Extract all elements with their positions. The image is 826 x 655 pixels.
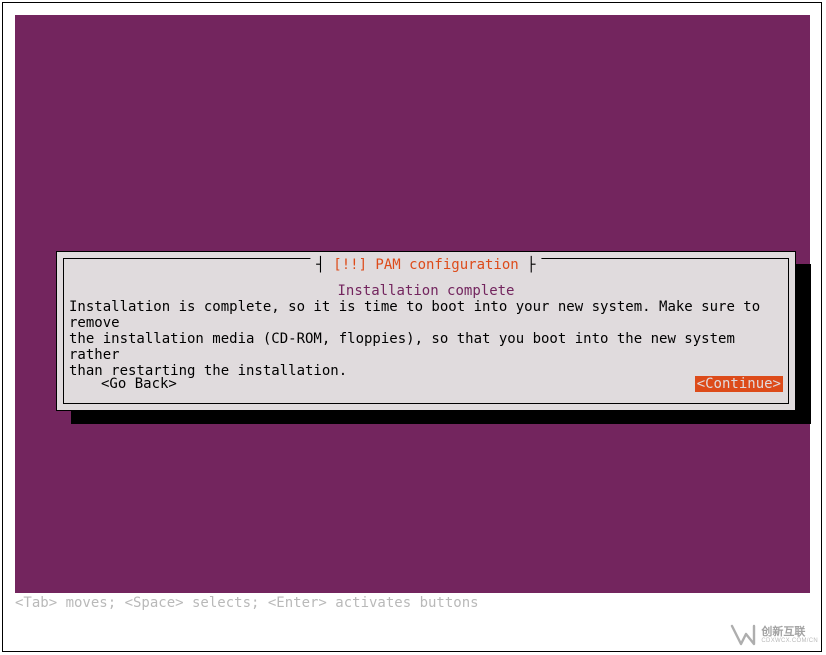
dialog-subtitle: Installation complete xyxy=(57,283,795,299)
title-border-left: ┤ xyxy=(316,257,333,273)
installer-screen: ┤ [!!] PAM configuration ├ Installation … xyxy=(15,15,810,593)
continue-button[interactable]: <Continue> xyxy=(695,376,783,392)
title-text: PAM configuration xyxy=(367,257,519,273)
watermark: 创新互联 CDXWCX.COM/CN xyxy=(729,621,818,649)
dialog-title: ┤ [!!] PAM configuration ├ xyxy=(310,257,541,273)
title-border-right: ├ xyxy=(519,257,536,273)
watermark-cn: 创新互联 xyxy=(761,627,818,638)
title-priority-mark: [!!] xyxy=(333,257,367,273)
watermark-en: CDXWCX.COM/CN xyxy=(761,638,818,644)
dialog: ┤ [!!] PAM configuration ├ Installation … xyxy=(56,251,796,411)
go-back-button[interactable]: <Go Back> xyxy=(101,376,177,392)
watermark-text: 创新互联 CDXWCX.COM/CN xyxy=(761,627,818,644)
help-bar: <Tab> moves; <Space> selects; <Enter> ac… xyxy=(15,595,479,611)
dialog-body: Installation is complete, so it is time … xyxy=(69,299,783,379)
watermark-logo-icon xyxy=(729,621,757,649)
